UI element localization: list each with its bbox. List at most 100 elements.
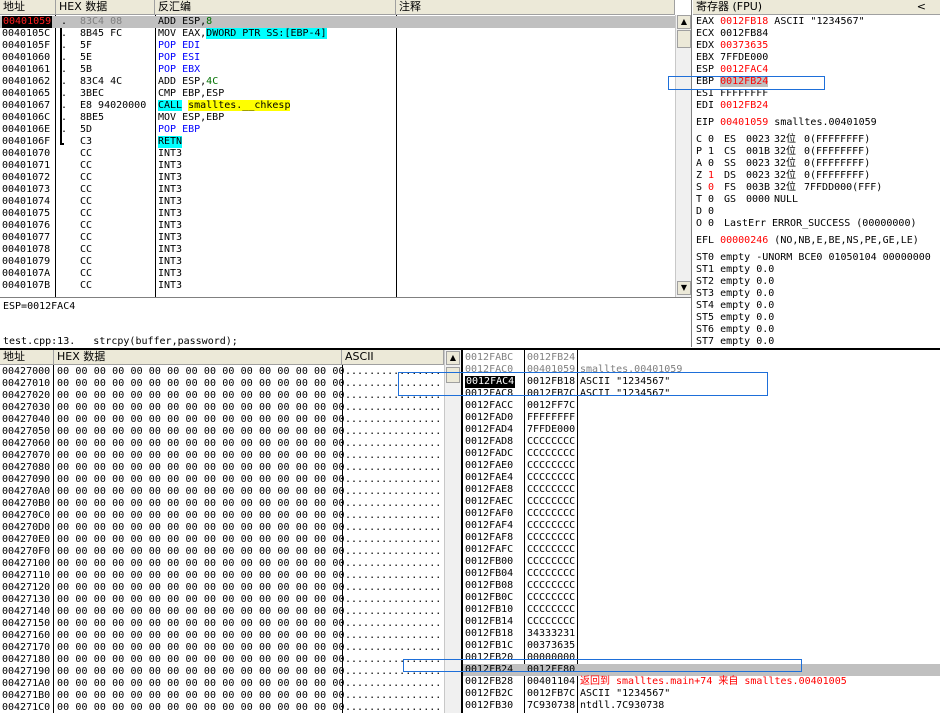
stack-row[interactable]: 0012FB28 00401104 返回到 smalltes.main+74 来自 … xyxy=(463,676,940,688)
disasm-row[interactable]: 0040106F C3 RETN xyxy=(0,136,675,148)
dump-row[interactable]: 00427090 00 00 00 00 00 00 00 00 00 00 00… xyxy=(0,474,444,486)
dump-row[interactable]: 00427110 00 00 00 00 00 00 00 00 00 00 00… xyxy=(0,570,444,582)
dump-row[interactable]: 00427140 00 00 00 00 00 00 00 00 00 00 00… xyxy=(0,606,444,618)
register-efl[interactable]: EFL 00000246 (NO,NB,E,BE,NS,PE,GE,LE) xyxy=(696,235,919,247)
dump-row[interactable]: 00427010 00 00 00 00 00 00 00 00 00 00 00… xyxy=(0,378,444,390)
stack-row[interactable]: 0012FB10 CCCCCCCC xyxy=(463,604,940,616)
disasm-row[interactable]: 00401061. 5B POP EBX xyxy=(0,64,675,76)
stack-row[interactable]: 0012FAD4 7FFDE000 xyxy=(463,424,940,436)
dump-row[interactable]: 00427170 00 00 00 00 00 00 00 00 00 00 00… xyxy=(0,642,444,654)
disasm-row[interactable]: 00401070 CC INT3 xyxy=(0,148,675,160)
dump-row[interactable]: 004271A0 00 00 00 00 00 00 00 00 00 00 00… xyxy=(0,678,444,690)
dump-row[interactable]: 004270C0 00 00 00 00 00 00 00 00 00 00 00… xyxy=(0,510,444,522)
disasm-row[interactable]: 00401060. 5E POP ESI xyxy=(0,52,675,64)
disasm-row[interactable]: 00401077 CC INT3 xyxy=(0,232,675,244)
disasm-row[interactable]: 00401067. E8 94020000 CALL smalltes.__chke… xyxy=(0,100,675,112)
stack-row[interactable]: 0012FB18 34333231 xyxy=(463,628,940,640)
stack-row[interactable]: 0012FAFC CCCCCCCC xyxy=(463,544,940,556)
disasm-row[interactable]: 00401073 CC INT3 xyxy=(0,184,675,196)
dump-pane[interactable]: 地址 HEX 数据 ASCII 00427000 00 00 00 00 00 0… xyxy=(0,348,461,713)
fpu-register[interactable]: ST5 empty 0.0 xyxy=(696,312,774,324)
dump-col-header-ascii[interactable]: ASCII xyxy=(342,350,444,365)
fpu-register[interactable]: ST4 empty 0.0 xyxy=(696,300,774,312)
col-header-hex[interactable]: HEX 数据 xyxy=(56,0,155,15)
disasm-row[interactable]: 0040106E. 5D POP EBP xyxy=(0,124,675,136)
stack-row[interactable]: 0012FB1C 00373635 xyxy=(463,640,940,652)
dump-row[interactable]: 00427020 00 00 00 00 00 00 00 00 00 00 00… xyxy=(0,390,444,402)
collapse-chevron-icon[interactable]: < xyxy=(917,0,926,14)
col-header-comment[interactable]: 注释 xyxy=(396,0,675,15)
scroll-thumb[interactable] xyxy=(677,30,691,48)
dump-row[interactable]: 00427060 00 00 00 00 00 00 00 00 00 00 00… xyxy=(0,438,444,450)
registers-pane[interactable]: 寄存器 (FPU) < EAX 0012FB18 ASCII "1234567"… xyxy=(693,0,940,347)
dump-col-header-hex[interactable]: HEX 数据 xyxy=(54,350,342,365)
stack-row[interactable]: 0012FB00 CCCCCCCC xyxy=(463,556,940,568)
register-esp[interactable]: ESP 0012FAC4 xyxy=(696,64,768,76)
disasm-row[interactable]: 00401065. 3BEC CMP EBP,ESP xyxy=(0,88,675,100)
disasm-row[interactable]: 0040105F. 5F POP EDI xyxy=(0,40,675,52)
stack-row[interactable]: 0012FAF8 CCCCCCCC xyxy=(463,532,940,544)
register-edi[interactable]: EDI 0012FB24 xyxy=(696,100,768,112)
dump-row[interactable]: 00427050 00 00 00 00 00 00 00 00 00 00 00… xyxy=(0,426,444,438)
dump-row[interactable]: 00427150 00 00 00 00 00 00 00 00 00 00 00… xyxy=(0,618,444,630)
col-header-disasm[interactable]: 反汇编 xyxy=(155,0,396,15)
fpu-register[interactable]: ST1 empty 0.0 xyxy=(696,264,774,276)
fpu-register[interactable]: ST7 empty 0.0 xyxy=(696,336,774,347)
fpu-register[interactable]: ST6 empty 0.0 xyxy=(696,324,774,336)
dump-row[interactable]: 00427000 00 00 00 00 00 00 00 00 00 00 00… xyxy=(0,366,444,378)
disasm-row[interactable]: 0040107B CC INT3 xyxy=(0,280,675,292)
stack-row[interactable]: 0012FAE8 CCCCCCCC xyxy=(463,484,940,496)
dump-row[interactable]: 00427130 00 00 00 00 00 00 00 00 00 00 00… xyxy=(0,594,444,606)
stack-row[interactable]: 0012FB30 7C930738 ntdll.7C930738 xyxy=(463,700,940,712)
stack-row[interactable]: 0012FAD8 CCCCCCCC xyxy=(463,436,940,448)
disasm-row[interactable]: 00401071 CC INT3 xyxy=(0,160,675,172)
disasm-scrollbar[interactable]: ▲ ▼ xyxy=(675,15,691,297)
dump-row[interactable]: 00427120 00 00 00 00 00 00 00 00 00 00 00… xyxy=(0,582,444,594)
fpu-register[interactable]: ST3 empty 0.0 xyxy=(696,288,774,300)
disasm-row[interactable]: 00401075 CC INT3 xyxy=(0,208,675,220)
register-ebx[interactable]: EBX 7FFDE000 xyxy=(696,52,768,64)
disasm-row[interactable]: 0040106C. 8BE5 MOV ESP,EBP xyxy=(0,112,675,124)
stack-row[interactable]: 0012FAEC CCCCCCCC xyxy=(463,496,940,508)
disasm-row[interactable]: 00401078 CC INT3 xyxy=(0,244,675,256)
fpu-register[interactable]: ST0 empty -UNORM BCE0 01050104 00000000 xyxy=(696,252,931,264)
fpu-register[interactable]: ST2 empty 0.0 xyxy=(696,276,774,288)
stack-row[interactable]: 0012FABC 0012FB24 xyxy=(463,352,940,364)
stack-row[interactable]: 0012FB14 CCCCCCCC xyxy=(463,616,940,628)
stack-row[interactable]: 0012FAD0 FFFFFFFF xyxy=(463,412,940,424)
dump-row[interactable]: 004270E0 00 00 00 00 00 00 00 00 00 00 00… xyxy=(0,534,444,546)
register-eax[interactable]: EAX 0012FB18 ASCII "1234567" xyxy=(696,16,865,28)
dump-row[interactable]: 004271C0 00 00 00 00 00 00 00 00 00 00 00… xyxy=(0,702,444,713)
stack-row[interactable]: 0012FACC 0012FF7C xyxy=(463,400,940,412)
dump-row[interactable]: 00427080 00 00 00 00 00 00 00 00 00 00 00… xyxy=(0,462,444,474)
dump-row[interactable]: 004270B0 00 00 00 00 00 00 00 00 00 00 00… xyxy=(0,498,444,510)
register-eip[interactable]: EIP 00401059 smalltes.00401059 xyxy=(696,117,877,129)
stack-row[interactable]: 0012FAF0 CCCCCCCC xyxy=(463,508,940,520)
disassembly-pane[interactable]: 地址 HEX 数据 反汇编 注释 00401059. 83C4 08 ADD ESP… xyxy=(0,0,692,297)
dump-row[interactable]: 004271B0 00 00 00 00 00 00 00 00 00 00 00… xyxy=(0,690,444,702)
disasm-row[interactable]: 00401062. 83C4 4C ADD ESP,4C xyxy=(0,76,675,88)
stack-row[interactable]: 0012FB04 CCCCCCCC xyxy=(463,568,940,580)
stack-row[interactable]: 0012FAE0 CCCCCCCC xyxy=(463,460,940,472)
stack-row[interactable]: 0012FB08 CCCCCCCC xyxy=(463,580,940,592)
dump-row[interactable]: 00427030 00 00 00 00 00 00 00 00 00 00 00… xyxy=(0,402,444,414)
disasm-row[interactable]: 00401079 CC INT3 xyxy=(0,256,675,268)
dump-row[interactable]: 00427100 00 00 00 00 00 00 00 00 00 00 00… xyxy=(0,558,444,570)
dump-row[interactable]: 00427070 00 00 00 00 00 00 00 00 00 00 00… xyxy=(0,450,444,462)
disasm-row[interactable]: 0040105C. 8B45 FC MOV EAX,DWORD PTR SS:[EB… xyxy=(0,28,675,40)
dump-col-header-address[interactable]: 地址 xyxy=(0,350,54,365)
dump-scroll-up-arrow-icon[interactable]: ▲ xyxy=(446,351,460,365)
scroll-up-arrow-icon[interactable]: ▲ xyxy=(677,15,691,29)
disasm-row[interactable]: 00401074 CC INT3 xyxy=(0,196,675,208)
dump-row[interactable]: 004270D0 00 00 00 00 00 00 00 00 00 00 00… xyxy=(0,522,444,534)
disasm-row[interactable]: 00401072 CC INT3 xyxy=(0,172,675,184)
register-edx[interactable]: EDX 00373635 xyxy=(696,40,768,52)
col-header-address[interactable]: 地址 xyxy=(0,0,56,15)
dump-row[interactable]: 00427190 00 00 00 00 00 00 00 00 00 00 00… xyxy=(0,666,444,678)
dump-row[interactable]: 00427180 00 00 00 00 00 00 00 00 00 00 00… xyxy=(0,654,444,666)
dump-row[interactable]: 00427040 00 00 00 00 00 00 00 00 00 00 00… xyxy=(0,414,444,426)
stack-row[interactable]: 0012FADC CCCCCCCC xyxy=(463,448,940,460)
dump-row[interactable]: 004270F0 00 00 00 00 00 00 00 00 00 00 00… xyxy=(0,546,444,558)
dump-row[interactable]: 00427160 00 00 00 00 00 00 00 00 00 00 00… xyxy=(0,630,444,642)
stack-row[interactable]: 0012FB0C CCCCCCCC xyxy=(463,592,940,604)
